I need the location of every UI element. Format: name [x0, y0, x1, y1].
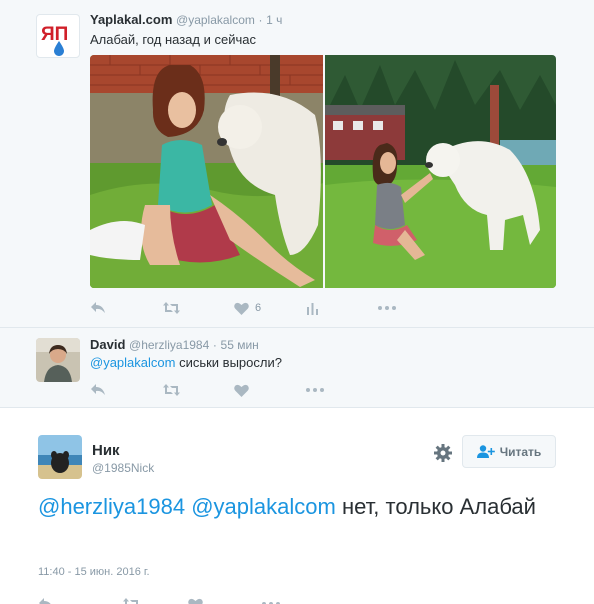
tweet-time[interactable]: 1 ч — [266, 13, 282, 27]
heart-icon — [234, 384, 249, 397]
retweet-button[interactable] — [122, 595, 188, 604]
follow-icon — [476, 445, 495, 458]
tweet-text: @yaplakalcom сиськи выросли? — [90, 355, 282, 370]
like-count: 6 — [255, 302, 262, 314]
more-button[interactable] — [306, 381, 378, 399]
author-name[interactable]: Yaplakal.com — [90, 12, 172, 27]
follow-button[interactable]: Читать — [462, 435, 556, 468]
like-button[interactable]: 6 — [234, 299, 306, 317]
mention-link-herzliya[interactable]: @herzliya1984 — [38, 494, 185, 519]
author-handle[interactable]: @1985Nick — [92, 461, 154, 475]
avatar-nick[interactable] — [38, 435, 82, 479]
author-handle[interactable]: @yaplakalcom — [176, 13, 255, 27]
tweet-actions: 6 — [90, 299, 450, 317]
reply-button[interactable] — [90, 381, 162, 399]
tweet-text: Алабай, год назад и сейчас — [90, 32, 256, 47]
photo-girl-with-puppy[interactable] — [90, 55, 323, 288]
mention-link[interactable]: @yaplakalcom — [90, 355, 175, 370]
retweet-button[interactable] — [162, 299, 234, 317]
reply-button[interactable] — [38, 595, 122, 604]
avatar-photo — [36, 338, 80, 382]
tweet-focused: Ник @1985Nick Читать @herzliya1984 @yapl… — [0, 408, 594, 604]
more-icon — [378, 306, 396, 310]
retweet-icon — [163, 384, 180, 396]
reply-button[interactable] — [90, 299, 162, 317]
like-button[interactable] — [188, 595, 262, 604]
tweet-text: @herzliya1984 @yaplakalcom нет, только А… — [38, 492, 538, 522]
heart-icon — [234, 302, 249, 315]
analytics-icon — [307, 302, 318, 315]
separator: · — [258, 13, 263, 27]
author-name[interactable]: Ник — [92, 442, 120, 459]
reply-icon — [91, 384, 105, 395]
analytics-button[interactable] — [306, 299, 378, 317]
yaplakal-logo-icon: ЯП — [41, 24, 68, 56]
reply-body: сиськи выросли? — [179, 355, 282, 370]
tweet-actions — [38, 595, 334, 604]
retweet-icon — [123, 598, 138, 604]
reply-body: нет, только Алабай — [341, 494, 536, 519]
more-button[interactable] — [262, 595, 334, 604]
separator: · — [212, 338, 217, 352]
tweet-time[interactable]: 55 мин — [221, 338, 259, 352]
tweet-header: Yaplakal.com @yaplakalcom · 1 ч — [90, 12, 282, 27]
gear-icon — [434, 444, 452, 462]
tweet-original: ЯП Yaplakal.com @yaplakalcom · 1 ч Алаба… — [0, 0, 594, 328]
avatar-photo — [38, 435, 82, 479]
reply-icon — [39, 598, 51, 604]
retweet-button[interactable] — [162, 381, 234, 399]
tweet-timestamp[interactable]: 11:40 - 15 июн. 2016 г. — [38, 566, 150, 578]
like-button[interactable] — [234, 381, 306, 399]
tweet-header: David @herzliya1984 · 55 мин — [90, 337, 259, 352]
follow-label: Читать — [499, 444, 542, 459]
mention-link-yaplakal[interactable]: @yaplakalcom — [191, 494, 336, 519]
avatar-david[interactable] — [36, 338, 80, 382]
reply-icon — [91, 302, 105, 313]
heart-icon — [188, 598, 203, 604]
more-button[interactable] — [378, 299, 450, 317]
author-name[interactable]: David — [90, 337, 125, 352]
avatar-yaplakal[interactable]: ЯП — [36, 14, 80, 58]
settings-button[interactable] — [433, 443, 453, 463]
author-handle[interactable]: @herzliya1984 — [129, 338, 209, 352]
more-icon — [306, 388, 324, 392]
svg-text:ЯП: ЯП — [41, 24, 68, 45]
tweet-reply: David @herzliya1984 · 55 мин @yaplakalco… — [0, 328, 594, 408]
photo-girl-with-grown-dog[interactable] — [325, 55, 556, 288]
retweet-icon — [163, 302, 180, 314]
tweet-actions — [90, 381, 378, 399]
photo-grid — [90, 55, 556, 288]
